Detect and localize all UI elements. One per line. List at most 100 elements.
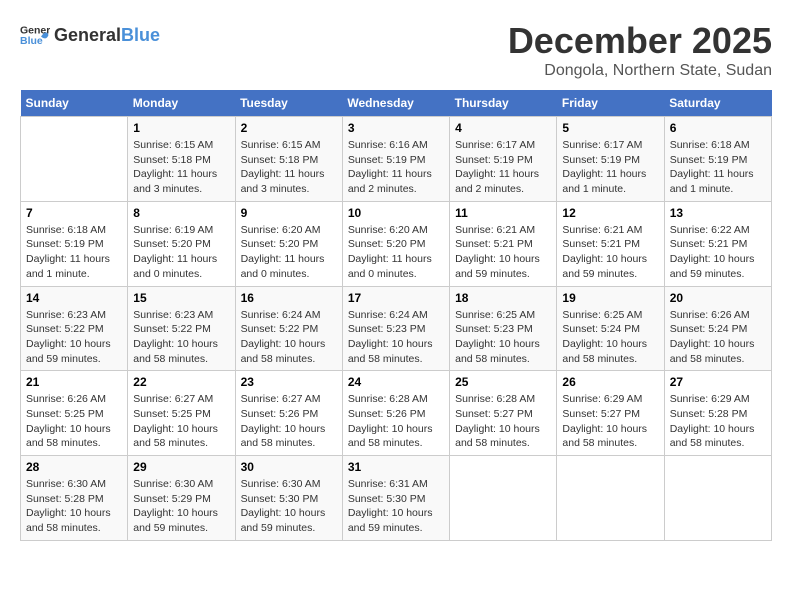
calendar-cell: 24Sunrise: 6:28 AM Sunset: 5:26 PM Dayli…	[342, 371, 449, 456]
calendar-cell: 11Sunrise: 6:21 AM Sunset: 5:21 PM Dayli…	[450, 201, 557, 286]
day-number: 1	[133, 121, 229, 135]
day-info: Sunrise: 6:19 AM Sunset: 5:20 PM Dayligh…	[133, 223, 229, 282]
calendar-cell	[664, 456, 771, 541]
calendar-cell: 16Sunrise: 6:24 AM Sunset: 5:22 PM Dayli…	[235, 286, 342, 371]
day-info: Sunrise: 6:23 AM Sunset: 5:22 PM Dayligh…	[133, 308, 229, 367]
day-info: Sunrise: 6:16 AM Sunset: 5:19 PM Dayligh…	[348, 138, 444, 197]
day-info: Sunrise: 6:24 AM Sunset: 5:23 PM Dayligh…	[348, 308, 444, 367]
calendar-cell: 1 Sunrise: 6:15 AM Sunset: 5:18 PM Daylig…	[128, 117, 235, 202]
day-number: 3	[348, 121, 444, 135]
calendar-cell: 26Sunrise: 6:29 AM Sunset: 5:27 PM Dayli…	[557, 371, 664, 456]
day-info: Sunrise: 6:24 AM Sunset: 5:22 PM Dayligh…	[241, 308, 337, 367]
calendar-cell: 3 Sunrise: 6:16 AM Sunset: 5:19 PM Daylig…	[342, 117, 449, 202]
day-number: 26	[562, 375, 658, 389]
calendar-week-row: 14 Sunrise: 6:23 AM Sunset: 5:22 PM Dayli…	[21, 286, 772, 371]
day-number: 2	[241, 121, 337, 135]
day-number: 9	[241, 206, 337, 220]
calendar-cell: 13 Sunrise: 6:22 AM Sunset: 5:21 PM Dayli…	[664, 201, 771, 286]
day-info: Sunrise: 6:26 AM Sunset: 5:24 PM Dayligh…	[670, 308, 766, 367]
day-info: Sunrise: 6:23 AM Sunset: 5:22 PM Dayligh…	[26, 308, 122, 367]
day-info: Sunrise: 6:21 AM Sunset: 5:21 PM Dayligh…	[562, 223, 658, 282]
day-number: 14	[26, 291, 122, 305]
calendar-cell: 15 Sunrise: 6:23 AM Sunset: 5:22 PM Dayli…	[128, 286, 235, 371]
calendar-cell	[21, 117, 128, 202]
day-info: Sunrise: 6:30 AM Sunset: 5:29 PM Dayligh…	[133, 477, 229, 536]
day-number: 8	[133, 206, 229, 220]
day-number: 5	[562, 121, 658, 135]
day-info: Sunrise: 6:27 AM Sunset: 5:25 PM Dayligh…	[133, 392, 229, 451]
day-info: Sunrise: 6:28 AM Sunset: 5:26 PM Dayligh…	[348, 392, 444, 451]
day-number: 13	[670, 206, 766, 220]
day-of-week-header: Tuesday	[235, 90, 342, 117]
location-title: Dongola, Northern State, Sudan	[508, 62, 772, 80]
title-block: December 2025 Dongola, Northern State, S…	[508, 20, 772, 80]
day-number: 17	[348, 291, 444, 305]
calendar-week-row: 28Sunrise: 6:30 AM Sunset: 5:28 PM Dayli…	[21, 456, 772, 541]
month-title: December 2025	[508, 20, 772, 62]
calendar-cell: 9Sunrise: 6:20 AM Sunset: 5:20 PM Daylig…	[235, 201, 342, 286]
day-info: Sunrise: 6:30 AM Sunset: 5:28 PM Dayligh…	[26, 477, 122, 536]
calendar-cell: 20 Sunrise: 6:26 AM Sunset: 5:24 PM Dayli…	[664, 286, 771, 371]
calendar-week-row: 21 Sunrise: 6:26 AM Sunset: 5:25 PM Dayli…	[21, 371, 772, 456]
calendar-cell: 7Sunrise: 6:18 AM Sunset: 5:19 PM Daylig…	[21, 201, 128, 286]
day-of-week-header: Saturday	[664, 90, 771, 117]
day-info: Sunrise: 6:15 AM Sunset: 5:18 PM Dayligh…	[241, 138, 337, 197]
calendar-cell: 29 Sunrise: 6:30 AM Sunset: 5:29 PM Dayli…	[128, 456, 235, 541]
day-number: 7	[26, 206, 122, 220]
day-info: Sunrise: 6:28 AM Sunset: 5:27 PM Dayligh…	[455, 392, 551, 451]
day-number: 22	[133, 375, 229, 389]
calendar-week-row: 1 Sunrise: 6:15 AM Sunset: 5:18 PM Daylig…	[21, 117, 772, 202]
calendar-cell: 19 Sunrise: 6:25 AM Sunset: 5:24 PM Dayli…	[557, 286, 664, 371]
calendar-cell: 8 Sunrise: 6:19 AM Sunset: 5:20 PM Daylig…	[128, 201, 235, 286]
days-of-week-row: SundayMondayTuesdayWednesdayThursdayFrid…	[21, 90, 772, 117]
calendar-cell	[450, 456, 557, 541]
day-info: Sunrise: 6:27 AM Sunset: 5:26 PM Dayligh…	[241, 392, 337, 451]
day-info: Sunrise: 6:26 AM Sunset: 5:25 PM Dayligh…	[26, 392, 122, 451]
calendar-week-row: 7Sunrise: 6:18 AM Sunset: 5:19 PM Daylig…	[21, 201, 772, 286]
day-number: 31	[348, 460, 444, 474]
day-info: Sunrise: 6:31 AM Sunset: 5:30 PM Dayligh…	[348, 477, 444, 536]
logo: General Blue GeneralBlue	[20, 20, 160, 50]
day-number: 19	[562, 291, 658, 305]
day-number: 4	[455, 121, 551, 135]
calendar-cell: 2 Sunrise: 6:15 AM Sunset: 5:18 PM Daylig…	[235, 117, 342, 202]
calendar-cell: 23 Sunrise: 6:27 AM Sunset: 5:26 PM Dayli…	[235, 371, 342, 456]
day-info: Sunrise: 6:22 AM Sunset: 5:21 PM Dayligh…	[670, 223, 766, 282]
day-number: 18	[455, 291, 551, 305]
day-number: 15	[133, 291, 229, 305]
day-info: Sunrise: 6:25 AM Sunset: 5:24 PM Dayligh…	[562, 308, 658, 367]
logo-blue: Blue	[121, 25, 160, 45]
svg-text:Blue: Blue	[20, 35, 43, 47]
day-info: Sunrise: 6:17 AM Sunset: 5:19 PM Dayligh…	[455, 138, 551, 197]
day-info: Sunrise: 6:30 AM Sunset: 5:30 PM Dayligh…	[241, 477, 337, 536]
day-number: 29	[133, 460, 229, 474]
logo-icon: General Blue	[20, 20, 50, 50]
calendar-cell: 21 Sunrise: 6:26 AM Sunset: 5:25 PM Dayli…	[21, 371, 128, 456]
day-of-week-header: Wednesday	[342, 90, 449, 117]
day-number: 23	[241, 375, 337, 389]
calendar-cell: 22 Sunrise: 6:27 AM Sunset: 5:25 PM Dayli…	[128, 371, 235, 456]
day-info: Sunrise: 6:18 AM Sunset: 5:19 PM Dayligh…	[670, 138, 766, 197]
day-info: Sunrise: 6:21 AM Sunset: 5:21 PM Dayligh…	[455, 223, 551, 282]
day-number: 10	[348, 206, 444, 220]
calendar-table: SundayMondayTuesdayWednesdayThursdayFrid…	[20, 90, 772, 541]
day-number: 20	[670, 291, 766, 305]
calendar-cell: 14 Sunrise: 6:23 AM Sunset: 5:22 PM Dayli…	[21, 286, 128, 371]
day-of-week-header: Monday	[128, 90, 235, 117]
day-info: Sunrise: 6:15 AM Sunset: 5:18 PM Dayligh…	[133, 138, 229, 197]
calendar-body: 1 Sunrise: 6:15 AM Sunset: 5:18 PM Daylig…	[21, 117, 772, 541]
calendar-cell	[557, 456, 664, 541]
day-number: 21	[26, 375, 122, 389]
day-of-week-header: Sunday	[21, 90, 128, 117]
calendar-cell: 10 Sunrise: 6:20 AM Sunset: 5:20 PM Dayli…	[342, 201, 449, 286]
logo-general: General	[54, 25, 121, 45]
calendar-cell: 12Sunrise: 6:21 AM Sunset: 5:21 PM Dayli…	[557, 201, 664, 286]
calendar-cell: 30Sunrise: 6:30 AM Sunset: 5:30 PM Dayli…	[235, 456, 342, 541]
calendar-cell: 17 Sunrise: 6:24 AM Sunset: 5:23 PM Dayli…	[342, 286, 449, 371]
calendar-cell: 28Sunrise: 6:30 AM Sunset: 5:28 PM Dayli…	[21, 456, 128, 541]
page-header: General Blue GeneralBlue December 2025 D…	[20, 20, 772, 80]
day-info: Sunrise: 6:29 AM Sunset: 5:28 PM Dayligh…	[670, 392, 766, 451]
day-of-week-header: Thursday	[450, 90, 557, 117]
day-info: Sunrise: 6:17 AM Sunset: 5:19 PM Dayligh…	[562, 138, 658, 197]
day-info: Sunrise: 6:20 AM Sunset: 5:20 PM Dayligh…	[348, 223, 444, 282]
